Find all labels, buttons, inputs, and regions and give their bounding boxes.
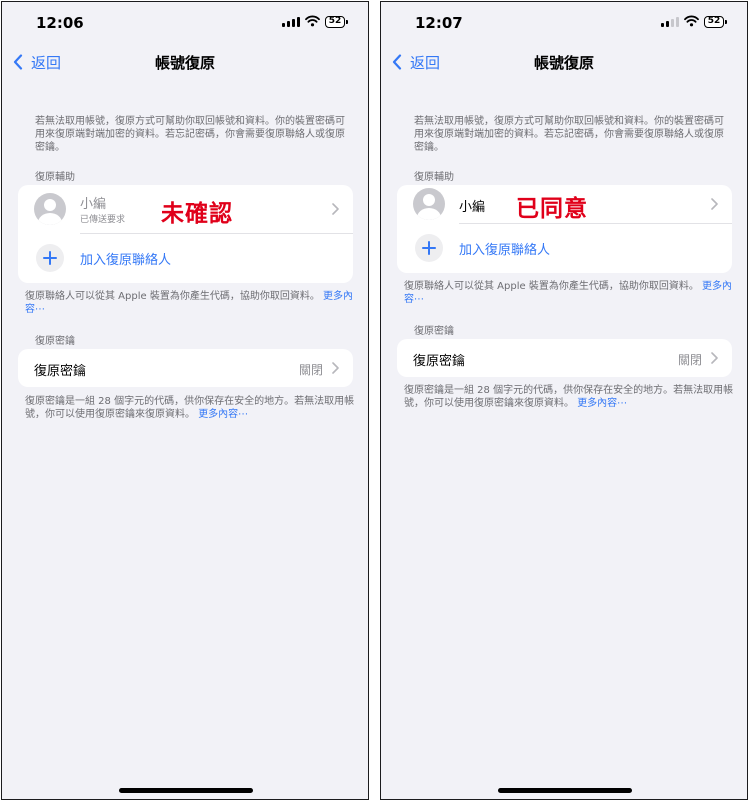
signal-icon — [661, 17, 679, 27]
key-footer-text: 復原密鑰是一組 28 個字元的代碼，供你保存在安全的地方。若無法取用帳號，你可以… — [404, 385, 734, 409]
recovery-key-label: 復原密鑰 — [34, 364, 87, 379]
contact-footer-text: 復原聯絡人可以從其 Apple 裝置為你產生代碼，協助你取回資料。 — [25, 291, 320, 302]
add-icon — [36, 244, 64, 272]
contact-footer: 復原聯絡人可以從其 Apple 裝置為你產生代碼，協助你取回資料。 更多內容⋯ — [404, 280, 734, 306]
key-footer-text: 復原密鑰是一組 28 個字元的代碼，供你保存在安全的地方。若無法取用帳號，你可以… — [25, 396, 355, 420]
chevron-right-icon — [332, 362, 339, 374]
recovery-key-label: 復原密鑰 — [413, 354, 466, 369]
battery-icon: 52 — [704, 16, 727, 28]
home-indicator[interactable] — [119, 788, 253, 793]
contact-footer: 復原聯絡人可以從其 Apple 裝置為你產生代碼，協助你取回資料。 更多內容⋯ — [25, 290, 355, 316]
add-contact-label: 加入復原聯絡人 — [459, 243, 551, 258]
page-title: 帳號復原 — [154, 54, 215, 72]
chevron-right-icon — [332, 203, 339, 215]
contact-status: 已傳送要求 — [80, 215, 126, 225]
phone-screen-left: 12:06 52 返回 帳號復原 若無法取用帳號，復原方式可幫助你取回帳號和資料… — [1, 1, 369, 800]
more-link[interactable]: 更多內容⋯ — [577, 398, 627, 409]
recovery-key-value: 關閉 — [298, 363, 323, 377]
page-title: 帳號復原 — [533, 54, 594, 72]
wifi-icon — [305, 15, 320, 27]
battery-icon: 52 — [325, 16, 348, 28]
contact-name: 小編 — [80, 197, 107, 212]
contact-footer-text: 復原聯絡人可以從其 Apple 裝置為你產生代碼，協助你取回資料。 — [404, 281, 699, 292]
status-time: 12:06 — [36, 14, 84, 32]
intro-text: 若無法取用帳號，復原方式可幫助你取回帳號和資料。你的裝置密碼可用來復原端對端加密… — [414, 116, 724, 153]
home-indicator[interactable] — [498, 788, 632, 793]
annotation-label: 未確認 — [161, 201, 233, 227]
chevron-right-icon — [711, 352, 718, 364]
key-section-header: 復原密鑰 — [35, 336, 75, 347]
assist-section-header: 復原輔助 — [35, 172, 75, 183]
more-link[interactable]: 更多內容⋯ — [198, 409, 248, 420]
status-time: 12:07 — [415, 14, 463, 32]
add-contact-label: 加入復原聯絡人 — [80, 253, 172, 268]
avatar-icon — [413, 188, 445, 220]
key-footer: 復原密鑰是一組 28 個字元的代碼，供你保存在安全的地方。若無法取用帳號，你可以… — [404, 384, 734, 410]
add-contact-row[interactable]: 加入復原聯絡人 — [397, 224, 732, 273]
annotation-label: 已同意 — [516, 196, 588, 222]
recovery-key-row[interactable]: 復原密鑰 關閉 — [397, 339, 732, 377]
chevron-right-icon — [711, 198, 718, 210]
wifi-icon — [684, 15, 699, 27]
phone-screen-right: 12:07 52 返回 帳號復原 若無法取用帳號，復原方式可幫助你取回帳號和資料… — [380, 1, 748, 800]
key-footer: 復原密鑰是一組 28 個字元的代碼，供你保存在安全的地方。若無法取用帳號，你可以… — [25, 395, 355, 421]
signal-icon — [282, 17, 300, 27]
recovery-key-value: 關閉 — [677, 353, 702, 367]
key-section-header: 復原密鑰 — [414, 326, 454, 337]
add-contact-row[interactable]: 加入復原聯絡人 — [18, 234, 353, 283]
avatar-icon — [34, 193, 66, 225]
intro-text: 若無法取用帳號，復原方式可幫助你取回帳號和資料。你的裝置密碼可用來復原端對端加密… — [35, 116, 345, 153]
contact-name: 小編 — [459, 200, 486, 215]
add-icon — [415, 234, 443, 262]
recovery-key-row[interactable]: 復原密鑰 關閉 — [18, 349, 353, 387]
assist-section-header: 復原輔助 — [414, 172, 454, 183]
